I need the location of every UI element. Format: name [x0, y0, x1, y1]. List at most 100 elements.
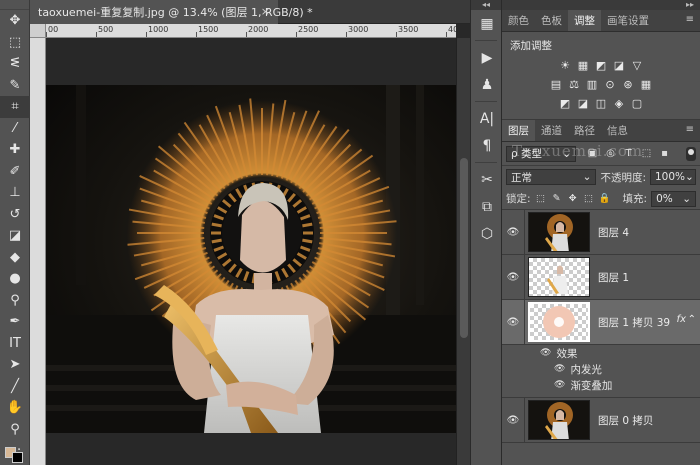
adjustment-icon[interactable]: ◈ [613, 97, 626, 110]
filter-toggle[interactable] [686, 146, 696, 161]
paragraph-panel-icon[interactable]: ¶ [471, 132, 503, 159]
tab-channels[interactable]: 通道 [535, 120, 568, 141]
layers-panel-menu-icon[interactable]: ≡ [686, 124, 694, 135]
tab-paths[interactable]: 路径 [568, 120, 601, 141]
lock-label: 锁定: [506, 193, 531, 205]
effects-header[interactable]: 👁 效果 [502, 345, 700, 361]
layer-name: 图层 4 [598, 226, 630, 239]
adjustment-icon[interactable]: ▦ [640, 78, 653, 91]
lock-artboard-icon[interactable]: ⬚ [583, 193, 595, 205]
layer-comp-icon[interactable]: ⧉ [471, 193, 503, 220]
layer-row[interactable]: 👁 图层 1 [502, 254, 700, 300]
layer-effects-icon[interactable]: fx [677, 314, 686, 325]
move-tool-icon[interactable]: ✥ [0, 10, 30, 32]
line-tool-icon[interactable]: ╱ [0, 376, 30, 398]
hand-tool-icon[interactable]: ✋ [0, 397, 30, 419]
history-brush-tool-icon[interactable]: ↺ [0, 204, 30, 226]
pen-tool-icon[interactable]: ✒ [0, 311, 30, 333]
panel-menu-icon[interactable]: ≡ [686, 14, 694, 25]
close-icon[interactable]: × [261, 5, 270, 18]
tab-swatches[interactable]: 色板 [535, 10, 568, 31]
layer-row[interactable]: 👁 图层 4 [502, 209, 700, 255]
blur-tool-icon[interactable]: ● [0, 268, 30, 290]
collapse-arrows-icon[interactable]: ◂◂ [471, 0, 501, 10]
ruler-tick [146, 32, 147, 37]
lock-position-icon[interactable]: ✥ [567, 193, 579, 205]
effect-item[interactable]: 👁 内发光 [502, 361, 700, 377]
vertical-ruler[interactable] [30, 38, 46, 465]
tab-brush-settings[interactable]: 画笔设置 [601, 10, 655, 31]
document-tab[interactable]: taoxuemei-重复复制.jpg @ 13.4% (图层 1, RGB/8)… [30, 0, 313, 24]
dodge-tool-icon[interactable]: ⚲ [0, 290, 30, 312]
background-color-swatch[interactable] [12, 452, 23, 463]
stamp-panel-icon[interactable]: ♟ [471, 71, 503, 98]
lock-transparent-icon[interactable]: ⬚ [535, 193, 547, 205]
brush-tool-icon[interactable]: ✐ [0, 161, 30, 183]
canvas-workspace[interactable] [46, 38, 456, 465]
eyedropper-tool-icon[interactable]: ⁄ [0, 118, 30, 140]
adjustment-icon[interactable]: ▦ [577, 59, 590, 72]
tab-layers[interactable]: 图层 [502, 120, 535, 141]
color-panel-icon[interactable]: ▦ [471, 10, 503, 37]
blend-mode-select[interactable]: 正常 ⌄ [506, 169, 597, 185]
layer-divider [524, 254, 525, 300]
horizontal-ruler[interactable]: 0050010001500200025003000350040004500 [46, 24, 456, 38]
zoom-tool-icon[interactable]: ⚲ [0, 419, 30, 441]
healing-brush-tool-icon[interactable]: ✚ [0, 139, 30, 161]
effects-title: 效果 [556, 347, 578, 360]
adjustment-icon[interactable]: ◫ [595, 97, 608, 110]
color-swatches[interactable] [5, 447, 25, 463]
effect-item[interactable]: 👁 渐变叠加 [502, 377, 700, 393]
visibility-eye-icon[interactable]: 👁 [502, 317, 524, 328]
tab-info[interactable]: 信息 [601, 120, 634, 141]
tools-panel-icon[interactable]: ✂ [471, 166, 503, 193]
fill-field[interactable]: 0% ⌄ [651, 190, 696, 207]
lock-image-icon[interactable]: ✎ [551, 193, 563, 205]
effect-visibility-eye-icon[interactable]: 👁 [554, 380, 565, 390]
actions-play-icon[interactable]: ▶ [471, 44, 503, 71]
adjustment-icon[interactable]: ▢ [631, 97, 644, 110]
layer-row[interactable]: 👁 图层 0 拷贝 [502, 397, 700, 443]
marquee-tool-icon[interactable]: ⬚ [0, 32, 30, 54]
stamp-tool-icon[interactable]: ⊥ [0, 182, 30, 204]
adjustment-icon[interactable]: ◪ [613, 59, 626, 72]
adjustment-icon[interactable]: ⊛ [622, 78, 635, 91]
crop-tool-icon[interactable]: ⌗ [0, 96, 30, 118]
document-canvas[interactable] [46, 85, 456, 433]
adjustment-icon[interactable]: ◩ [559, 97, 572, 110]
adjustment-icon[interactable]: ▥ [586, 78, 599, 91]
type-tool-icon[interactable]: IT [0, 333, 30, 355]
adjustment-icon[interactable]: ⚖ [568, 78, 581, 91]
ruler-origin[interactable] [30, 24, 46, 38]
character-panel-icon[interactable]: A| [471, 105, 503, 132]
paint-bucket-tool-icon[interactable]: ◆ [0, 247, 30, 269]
adjustment-icon[interactable]: ▤ [550, 78, 563, 91]
adjustment-icon[interactable]: ☀ [559, 59, 572, 72]
effect-visibility-eye-icon[interactable]: 👁 [554, 364, 565, 374]
vertical-scrollbar[interactable] [456, 38, 470, 465]
tab-color[interactable]: 颜色 [502, 10, 535, 31]
path-select-tool-icon[interactable]: ➤ [0, 354, 30, 376]
collapse-panels-icon[interactable]: ▸▸ [502, 0, 700, 10]
adjustment-icon[interactable]: ▽ [631, 59, 644, 72]
layer-name: 图层 1 拷贝 39 [598, 316, 671, 329]
adjustment-icon[interactable]: ◩ [595, 59, 608, 72]
adjustment-icon[interactable]: ◪ [577, 97, 590, 110]
eraser-tool-icon[interactable]: ◪ [0, 225, 30, 247]
vertical-scrollbar-thumb[interactable] [460, 158, 468, 338]
opacity-field[interactable]: 100% ⌄ [650, 169, 696, 185]
smart-filter-icon[interactable]: ▪ [658, 147, 671, 160]
3d-panel-icon[interactable]: ⬡ [471, 220, 503, 247]
lasso-tool-icon[interactable]: ᓬ [0, 53, 30, 75]
visibility-eye-icon[interactable]: 👁 [502, 227, 524, 238]
visibility-eye-icon[interactable]: 👁 [502, 415, 524, 426]
chevron-up-icon[interactable]: ⌃ [688, 314, 696, 325]
layer-row[interactable]: 👁 图层 1 拷贝 39 fx ⌃ [502, 299, 700, 345]
lock-all-icon[interactable]: 🔒 [599, 193, 611, 205]
tab-adjustments[interactable]: 调整 [568, 10, 601, 31]
effect-visibility-eye-icon[interactable]: 👁 [540, 348, 551, 358]
adjustment-icon[interactable]: ⊙ [604, 78, 617, 91]
quick-select-tool-icon[interactable]: ✎ [0, 75, 30, 97]
toolbar-grip[interactable] [0, 0, 29, 10]
visibility-eye-icon[interactable]: 👁 [502, 272, 524, 283]
